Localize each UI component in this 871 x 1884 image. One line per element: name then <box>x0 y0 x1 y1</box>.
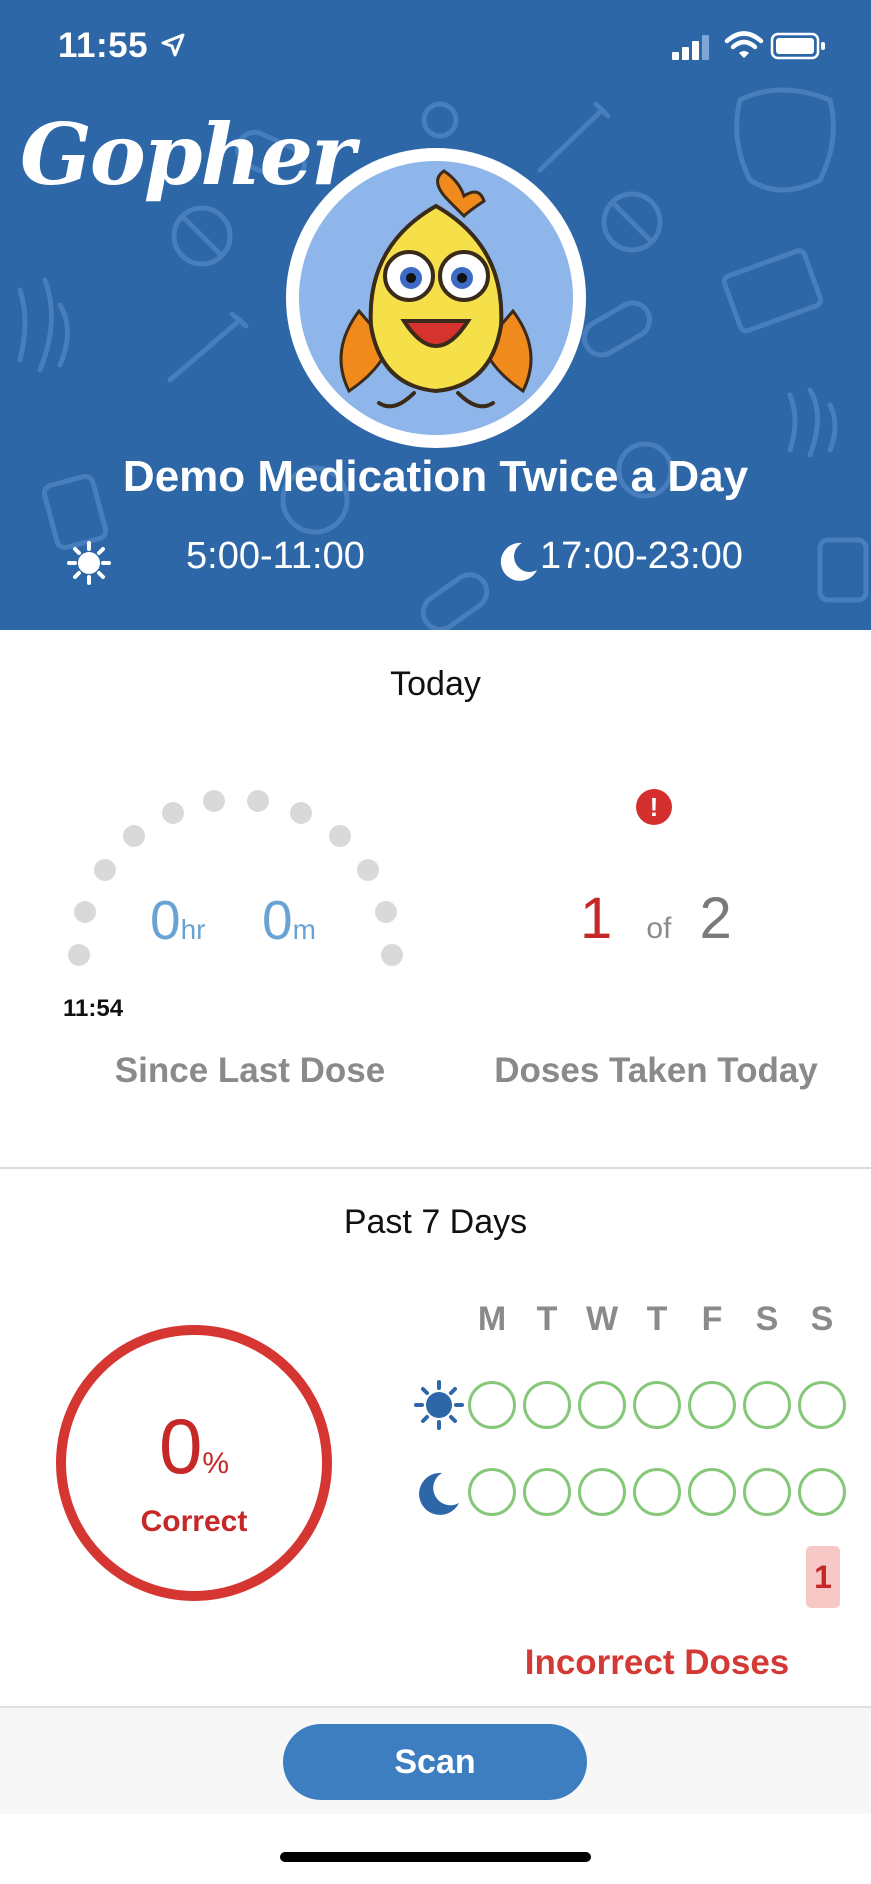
home-indicator[interactable] <box>280 1852 591 1862</box>
day-letter: S <box>810 1300 834 1338</box>
day-dose-circle[interactable] <box>523 1381 571 1429</box>
day-letter: S <box>755 1300 779 1338</box>
doses-taken: 1 <box>580 886 613 951</box>
since-last-dose-label: Since Last Dose <box>114 1051 386 1090</box>
doses-of: of <box>646 912 672 945</box>
day-dose-circle[interactable] <box>633 1381 681 1429</box>
day-letter: F <box>701 1300 723 1338</box>
day-letter: M <box>477 1300 507 1338</box>
correct-percent: 0% <box>158 1402 230 1490</box>
day-dose-circle[interactable] <box>743 1468 791 1516</box>
morning-window: 5:00-11:00 <box>186 535 365 577</box>
day-letter: T <box>646 1300 668 1338</box>
day-dose-circle[interactable] <box>688 1468 736 1516</box>
day-dose-circle[interactable] <box>523 1468 571 1516</box>
status-bar: 11:55 <box>0 0 871 96</box>
wifi-icon <box>724 31 764 58</box>
day-dose-circle[interactable] <box>798 1468 846 1516</box>
status-time: 11:55 <box>58 26 149 65</box>
day-dose-circle[interactable] <box>798 1381 846 1429</box>
last-dose-time: 11:54 <box>63 995 124 1022</box>
timer-hours: 0hr <box>150 889 206 951</box>
location-arrow-icon <box>161 33 185 57</box>
footer-bar: Scan <box>0 1706 871 1814</box>
today-title: Today <box>390 665 481 703</box>
day-dose-circle[interactable] <box>743 1381 791 1429</box>
day-dose-circle[interactable] <box>633 1468 681 1516</box>
mascot-avatar[interactable] <box>286 148 586 448</box>
correct-label: Correct <box>140 1505 248 1538</box>
doses-taken-count: 1 of 2 <box>580 885 732 952</box>
moon-icon <box>500 542 537 581</box>
incorrect-doses-label[interactable]: Incorrect Doses <box>522 1643 792 1683</box>
alert-icon[interactable]: ! <box>636 789 672 825</box>
header: 11:55 Gopher Demo Medication Twice a Day… <box>0 0 871 630</box>
fish-mascot-icon <box>339 169 533 409</box>
past7-title: Past 7 Days <box>343 1203 528 1241</box>
day-dose-circle[interactable] <box>578 1381 626 1429</box>
doses-taken-label: Doses Taken Today <box>494 1051 818 1090</box>
day-letter: W <box>585 1300 619 1338</box>
battery-icon <box>770 32 825 60</box>
doses-total: 2 <box>699 886 732 951</box>
day-dose-circle[interactable] <box>578 1468 626 1516</box>
signal-icon <box>672 35 709 60</box>
moon-icon <box>419 1472 459 1515</box>
day-dose-circle[interactable] <box>688 1381 736 1429</box>
app-logo: Gopher <box>20 105 355 204</box>
medication-name: Demo Medication Twice a Day <box>122 452 749 501</box>
evening-window: 17:00-23:00 <box>540 535 743 577</box>
timer-minutes: 0m <box>262 889 316 951</box>
incorrect-count-badge: 1 <box>806 1546 840 1608</box>
correct-ring: 0% Correct <box>56 1325 332 1601</box>
sun-icon <box>67 541 111 585</box>
sun-icon <box>414 1380 464 1430</box>
scan-button[interactable]: Scan <box>283 1724 587 1800</box>
day-dose-circle[interactable] <box>468 1468 516 1516</box>
day-dose-circle[interactable] <box>468 1381 516 1429</box>
day-letter: T <box>536 1300 558 1338</box>
divider <box>0 1167 871 1169</box>
